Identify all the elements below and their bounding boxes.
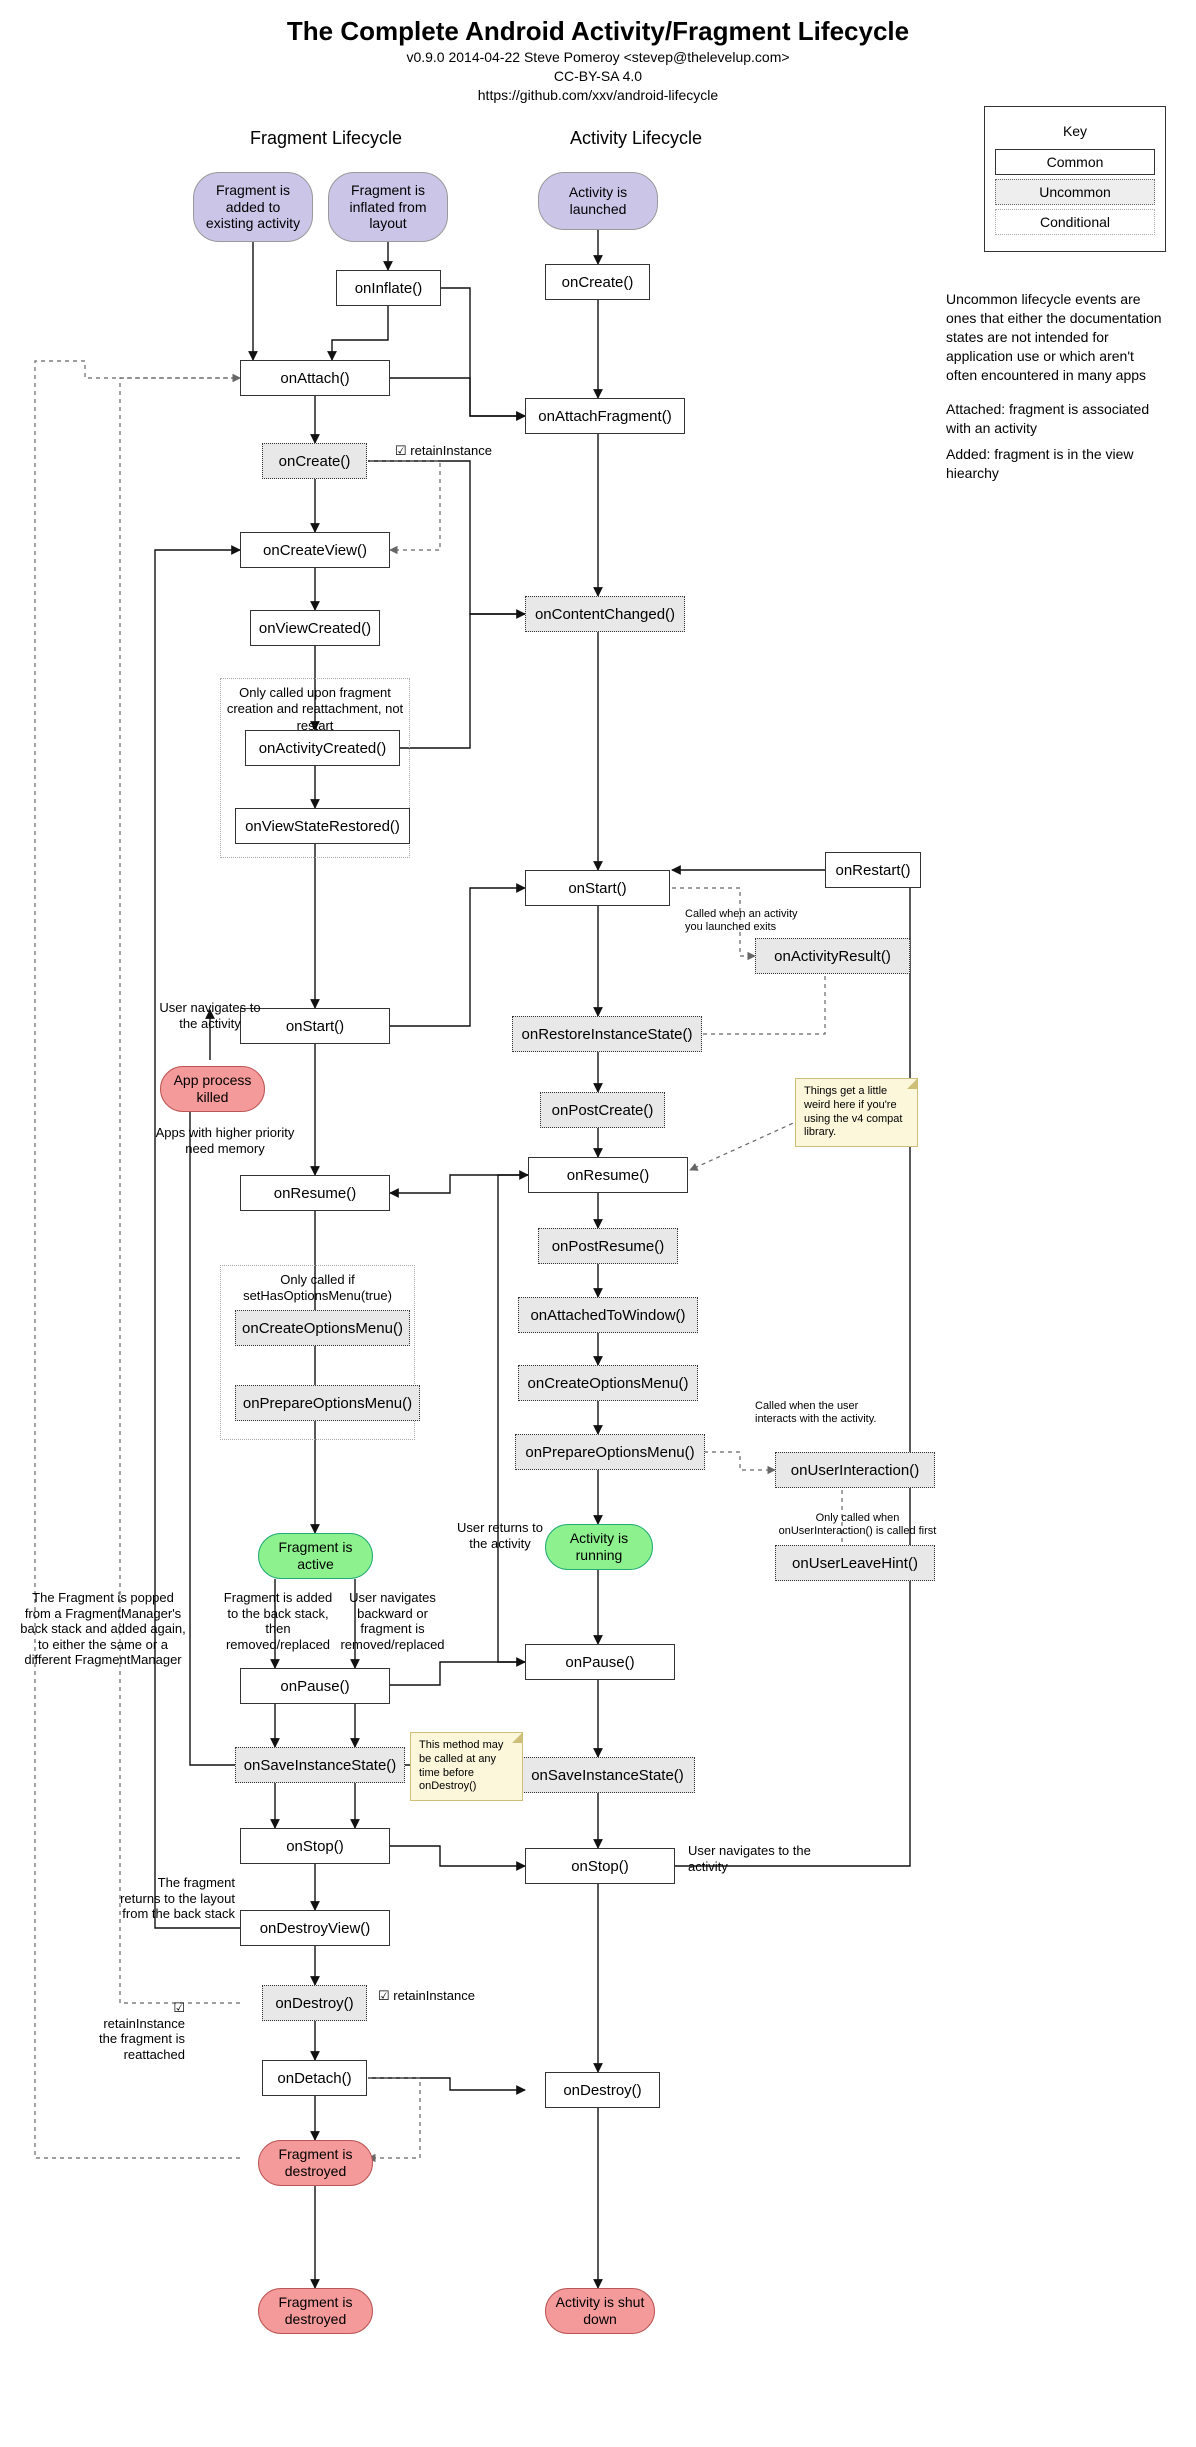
- legend-attached-text: Attached: fragment is associated with an…: [946, 400, 1166, 438]
- act-onPause: onPause(): [525, 1644, 675, 1680]
- label-frag-backstack: Fragment is added to the back stack, the…: [218, 1590, 338, 1652]
- act-onAttachedToWindow: onAttachedToWindow(): [518, 1297, 698, 1333]
- activity-column-title: Activity Lifecycle: [570, 128, 702, 149]
- frag-onCreateOptionsMenu: onCreateOptionsMenu(): [235, 1310, 410, 1346]
- label-user-nav-activity: User navigates to the activity: [150, 1000, 270, 1031]
- key-uncommon: Uncommon: [995, 179, 1155, 205]
- pill-fragment-active: Fragment is active: [258, 1533, 373, 1579]
- act-onPostResume: onPostResume(): [538, 1228, 678, 1264]
- pill-fragment-destroyed2: Fragment is destroyed: [258, 2288, 373, 2334]
- frag-onPrepareOptionsMenu: onPrepareOptionsMenu(): [235, 1385, 420, 1421]
- label-user-nav-activity2: User navigates to the activity: [688, 1843, 818, 1874]
- act-onContentChanged: onContentChanged(): [525, 596, 685, 632]
- label-retain1: ☑ retainInstance: [395, 443, 515, 459]
- frag-onPause: onPause(): [240, 1668, 390, 1704]
- frag-onInflate: onInflate(): [336, 270, 441, 306]
- legend-added-text: Added: fragment is in the view hiearchy: [946, 445, 1166, 483]
- key-conditional: Conditional: [995, 209, 1155, 235]
- act-onStop: onStop(): [525, 1848, 675, 1884]
- label-user-nav-back: User navigates backward or fragment is r…: [330, 1590, 455, 1652]
- frag-onViewStateRestored: onViewStateRestored(): [235, 808, 410, 844]
- note-compat: Things get a little weird here if you're…: [795, 1078, 918, 1147]
- fragment-column-title: Fragment Lifecycle: [250, 128, 402, 149]
- pill-activity-running: Activity is running: [545, 1524, 653, 1570]
- frag-onViewCreated: onViewCreated(): [250, 610, 380, 646]
- act-onActivityResult: onActivityResult(): [755, 938, 910, 974]
- act-onAttachFragment: onAttachFragment(): [525, 398, 685, 434]
- frag-onActivityCreated: onActivityCreated(): [245, 730, 400, 766]
- label-frag-returns: The fragment returns to the layout from …: [115, 1875, 235, 1922]
- frag-onCreateView: onCreateView(): [240, 532, 390, 568]
- frag-onResume: onResume(): [240, 1175, 390, 1211]
- pill-activity-shutdown: Activity is shut down: [545, 2288, 655, 2334]
- page-meta: v0.9.0 2014-04-22 Steve Pomeroy <stevep@…: [0, 48, 1196, 105]
- frag-onDestroyView: onDestroyView(): [240, 1910, 390, 1946]
- act-onPrepareOptionsMenu: onPrepareOptionsMenu(): [515, 1434, 705, 1470]
- act-onRestoreInstanceState: onRestoreInstanceState(): [512, 1016, 702, 1052]
- frag-onDetach: onDetach(): [262, 2060, 367, 2096]
- act-onDestroy: onDestroy(): [545, 2072, 660, 2108]
- frag-onSaveInstanceState: onSaveInstanceState(): [235, 1747, 405, 1783]
- frag-onAttach: onAttach(): [240, 360, 390, 396]
- act-onResume: onResume(): [528, 1157, 688, 1193]
- key-box: Key Common Uncommon Conditional: [984, 106, 1166, 252]
- act-onUserLeaveHint: onUserLeaveHint(): [775, 1545, 935, 1581]
- act-onCreate: onCreate(): [545, 264, 650, 300]
- act-onStart: onStart(): [525, 870, 670, 906]
- pill-fragment-added: Fragment is added to existing activity: [193, 172, 313, 242]
- legend-uncommon-text: Uncommon lifecycle events are ones that …: [946, 290, 1166, 384]
- key-common: Common: [995, 149, 1155, 175]
- label-user-interact: Called when the user interacts with the …: [755, 1400, 885, 1426]
- frag-onDestroy: onDestroy(): [262, 1985, 367, 2021]
- page-title: The Complete Android Activity/Fragment L…: [0, 16, 1196, 47]
- act-onRestart: onRestart(): [825, 852, 921, 888]
- frag-onStop: onStop(): [240, 1828, 390, 1864]
- label-activity-result: Called when an activity you launched exi…: [685, 908, 815, 934]
- pill-activity-launched: Activity is launched: [538, 172, 658, 230]
- frag-onCreate: onCreate(): [262, 443, 367, 479]
- label-high-priority: Apps with higher priority need memory: [150, 1125, 300, 1156]
- pill-fragment-inflated: Fragment is inflated from layout: [328, 172, 448, 242]
- act-onPostCreate: onPostCreate(): [540, 1092, 665, 1128]
- label-retain-reattached: ☑ retainInstance the fragment is reattac…: [65, 2000, 185, 2062]
- act-onUserInteraction: onUserInteraction(): [775, 1452, 935, 1488]
- label-retain2: ☑ retainInstance: [378, 1988, 498, 2004]
- act-onSaveInstanceState: onSaveInstanceState(): [520, 1757, 695, 1793]
- pill-app-killed: App process killed: [160, 1066, 265, 1112]
- label-user-leave: Only called when onUserInteraction() is …: [775, 1512, 940, 1538]
- act-onCreateOptionsMenu: onCreateOptionsMenu(): [518, 1365, 698, 1401]
- label-user-returns: User returns to the activity: [450, 1520, 550, 1551]
- note-save: This method may be called at any time be…: [410, 1732, 523, 1801]
- pill-fragment-destroyed: Fragment is destroyed: [258, 2140, 373, 2186]
- label-frag-popped: The Fragment is popped from a FragmentMa…: [18, 1590, 188, 1668]
